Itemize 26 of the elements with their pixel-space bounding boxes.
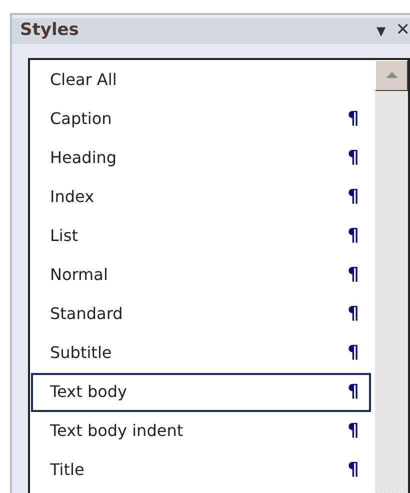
paragraph-mark-icon: ¶ [348,266,359,284]
arrow-up-icon [384,71,398,79]
style-item[interactable]: Standard ¶ [31,294,371,334]
scroll-up-button[interactable] [375,60,408,90]
dropdown-button[interactable]: ▼ [376,22,386,40]
paragraph-mark-icon: ¶ [348,383,359,401]
style-item[interactable]: Index ¶ [31,178,371,216]
style-item[interactable]: Normal ¶ [31,256,371,294]
style-item[interactable]: Text body indent ¶ [31,412,371,450]
paragraph-mark-icon: ¶ [348,110,359,128]
paragraph-mark-icon: ¶ [348,305,359,323]
paragraph-mark-icon: ¶ [348,461,359,479]
paragraph-mark-icon: ¶ [348,422,359,440]
style-item[interactable]: Clear All [31,60,371,100]
style-item[interactable]: Subtitle ¶ [31,334,371,372]
paragraph-mark-icon: ¶ [348,188,359,206]
close-button[interactable]: ✕ [396,18,410,44]
panel-title: Styles [20,19,79,42]
paragraph-mark-icon: ¶ [348,227,359,245]
style-item[interactable]: Title ¶ [31,450,371,490]
style-item[interactable]: Caption ¶ [31,100,371,138]
style-item[interactable]: Text body ¶ [31,372,371,412]
paragraph-mark-icon: ¶ [348,149,359,167]
paragraph-mark-icon: ¶ [348,344,359,362]
style-item[interactable]: List ¶ [31,216,371,256]
style-item[interactable]: Heading ¶ [31,138,371,178]
